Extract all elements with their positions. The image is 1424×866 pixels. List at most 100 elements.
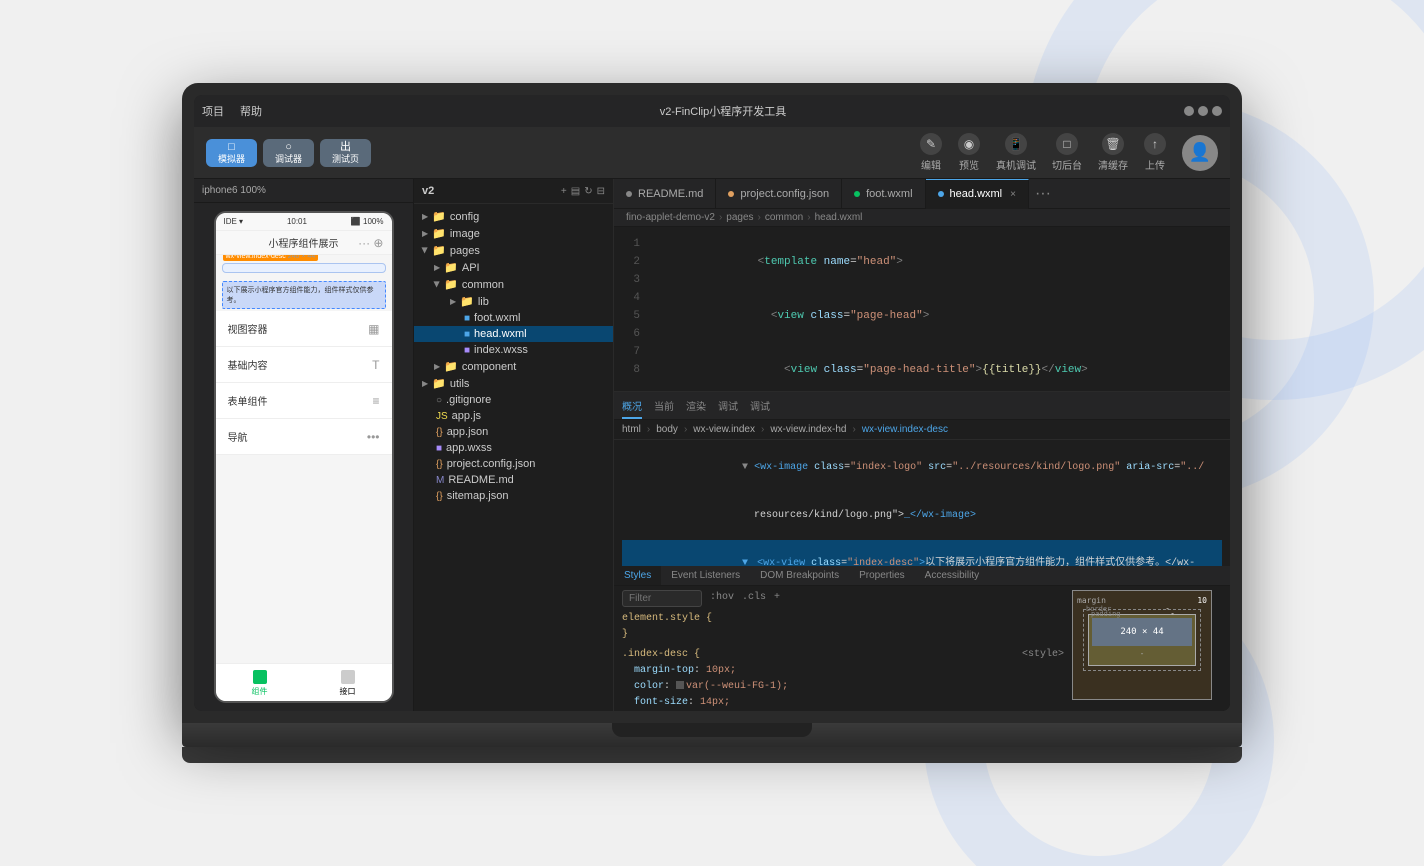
background-icon: □ [1056, 133, 1078, 155]
code-content[interactable]: <template name="head"> <view class="page… [644, 227, 1230, 391]
html-path: html › body › wx-view.index › wx-view.in… [614, 420, 1230, 440]
background-action[interactable]: □ 切后台 [1052, 133, 1082, 172]
tab-api-icon [341, 670, 355, 684]
testpage-button[interactable]: 出 测试页 [320, 139, 371, 167]
style-tab-properties[interactable]: Properties [849, 566, 915, 585]
tree-item-image[interactable]: ▶ 📁 image [414, 225, 613, 242]
edit-label: 编辑 [921, 157, 941, 172]
path-sep: › [852, 424, 855, 435]
tab-foot-wxml[interactable]: foot.wxml [842, 179, 925, 209]
tab-head-wxml[interactable]: head.wxml × [926, 179, 1029, 209]
tab-component-label: 组件 [252, 686, 268, 697]
html-path-wx-view-index-hd[interactable]: wx-view.index-hd [770, 424, 846, 435]
tree-item-common[interactable]: ▶ 📁 common [414, 276, 613, 293]
preview-action[interactable]: ◉ 预览 [958, 133, 980, 172]
inspector-tab-render[interactable]: 渲染 [686, 396, 706, 419]
tab-more-button[interactable]: ··· [1029, 185, 1057, 203]
tree-arrow-icon: ▶ [422, 379, 428, 388]
tab-project-config[interactable]: project.config.json [716, 179, 842, 209]
style-val: 14px; [700, 697, 730, 708]
tree-item-api[interactable]: ▶ 📁 API [414, 259, 613, 276]
tree-item-label: utils [450, 378, 470, 390]
filter-hov[interactable]: :hov [710, 590, 734, 606]
tree-item-config[interactable]: ▶ 📁 config [414, 208, 613, 225]
tree-item-readme[interactable]: M README.md [414, 472, 613, 488]
maximize-button[interactable] [1198, 106, 1208, 116]
tree-item-lib[interactable]: ▶ 📁 lib [414, 293, 613, 310]
html-path-wx-view-index[interactable]: wx-view.index [693, 424, 755, 435]
collapse-icon[interactable]: ⊟ [597, 186, 605, 197]
html-path-wx-view-index-desc[interactable]: wx-view.index-desc [862, 424, 948, 435]
style-selector-index-desc: .index-desc { [622, 649, 700, 660]
code-line-1: <template name="head"> [652, 235, 1222, 289]
menu-help[interactable]: 帮助 [240, 103, 262, 119]
tree-item-label: app.json [447, 426, 489, 438]
style-tab-dom-breakpoints[interactable]: DOM Breakpoints [750, 566, 849, 585]
inspector-tab-debug1[interactable]: 调试 [718, 396, 738, 419]
new-folder-icon[interactable]: ▤ [571, 186, 580, 197]
style-tab-accessibility[interactable]: Accessibility [915, 566, 989, 585]
tree-item-app-json[interactable]: {} app.json [414, 424, 613, 440]
tree-item-head-wxml[interactable]: ■ head.wxml [414, 326, 613, 342]
tree-item-app-js[interactable]: JS app.js [414, 408, 613, 424]
folder-icon: 📁 [432, 227, 446, 240]
tree-item-component[interactable]: ▶ 📁 component [414, 358, 613, 375]
phone-menu-item-1[interactable]: 基础内容 T [216, 347, 392, 383]
html-path-body[interactable]: body [656, 424, 678, 435]
laptop-foot [182, 747, 1242, 763]
edit-action[interactable]: ✎ 编辑 [920, 133, 942, 172]
real-debug-action[interactable]: 📱 真机调试 [996, 133, 1036, 172]
tree-item-utils[interactable]: ▶ 📁 utils [414, 375, 613, 392]
tree-item-label: app.js [452, 410, 481, 422]
menu-project[interactable]: 项目 [202, 103, 224, 119]
screen: 项目 帮助 v2-FinClip小程序开发工具 □ 模拟器 [194, 95, 1230, 711]
minimize-button[interactable] [1184, 106, 1194, 116]
upload-label: 上传 [1145, 157, 1165, 172]
tree-item-pages[interactable]: ▶ 📁 pages [414, 242, 613, 259]
window-buttons [1184, 106, 1222, 116]
new-file-icon[interactable]: + [561, 186, 567, 197]
style-tab-event-listeners[interactable]: Event Listeners [661, 566, 750, 585]
style-tab-styles[interactable]: Styles [614, 566, 661, 585]
tab-close-button[interactable]: × [1010, 189, 1016, 200]
tree-item-foot-wxml[interactable]: ■ foot.wxml [414, 310, 613, 326]
debugger-button[interactable]: ○ 调试器 [263, 139, 314, 167]
tab-api-label: 接口 [340, 686, 356, 697]
tree-arrow-icon: ▶ [422, 212, 428, 221]
phone-titlebar: 小程序组件展示 ··· ⊕ [216, 231, 392, 255]
refresh-icon[interactable]: ↻ [584, 186, 592, 197]
user-avatar[interactable]: 👤 [1182, 135, 1218, 171]
tab-readme[interactable]: README.md [614, 179, 716, 209]
upload-action[interactable]: ↑ 上传 [1144, 133, 1166, 172]
filter-add[interactable]: + [774, 590, 780, 606]
inspector-tab-current[interactable]: 当前 [654, 396, 674, 419]
filetree-header: v2 + ▤ ↻ ⊟ [414, 179, 613, 204]
clear-cache-action[interactable]: 🗑 清缓存 [1098, 133, 1128, 172]
inspector-tab-overview[interactable]: 概况 [622, 396, 642, 419]
html-path-html[interactable]: html [622, 424, 641, 435]
tree-item-app-wxss[interactable]: ■ app.wxss [414, 440, 613, 456]
styles-right: margin 10 border - padding - [1072, 590, 1222, 708]
editor-code[interactable]: 1 2 3 4 5 6 7 8 <template name="head"> [614, 227, 1230, 391]
tree-item-index-wxss[interactable]: ■ index.wxss [414, 342, 613, 358]
phone-menu-item-2[interactable]: 表单组件 ≡ [216, 383, 392, 419]
folder-icon: 📁 [432, 244, 446, 257]
filter-input[interactable] [622, 590, 702, 607]
close-button[interactable] [1212, 106, 1222, 116]
tree-item-label: app.wxss [446, 442, 492, 454]
inspector-tab-debug2[interactable]: 调试 [750, 396, 770, 419]
phone-menu-item-3[interactable]: 导航 ••• [216, 419, 392, 455]
phone-menu-item-0[interactable]: 视图容器 ▦ [216, 311, 392, 347]
breadcrumb-3: head.wxml [815, 212, 863, 223]
phone-menu-dots[interactable]: ··· ⊕ [358, 236, 383, 250]
debugger-icon: ○ [285, 141, 292, 154]
tab-icon [854, 191, 860, 197]
tree-item-project-config[interactable]: {} project.config.json [414, 456, 613, 472]
tree-item-gitignore[interactable]: ○ .gitignore [414, 392, 613, 408]
phone-tab-component[interactable]: 组件 [216, 670, 304, 697]
simulator-button[interactable]: □ 模拟器 [206, 139, 257, 167]
tree-item-sitemap[interactable]: {} sitemap.json [414, 488, 613, 504]
phone-tab-api[interactable]: 接口 [304, 670, 392, 697]
style-val: var(--weui-FG-1); [686, 681, 788, 692]
filter-cls[interactable]: .cls [742, 590, 766, 606]
